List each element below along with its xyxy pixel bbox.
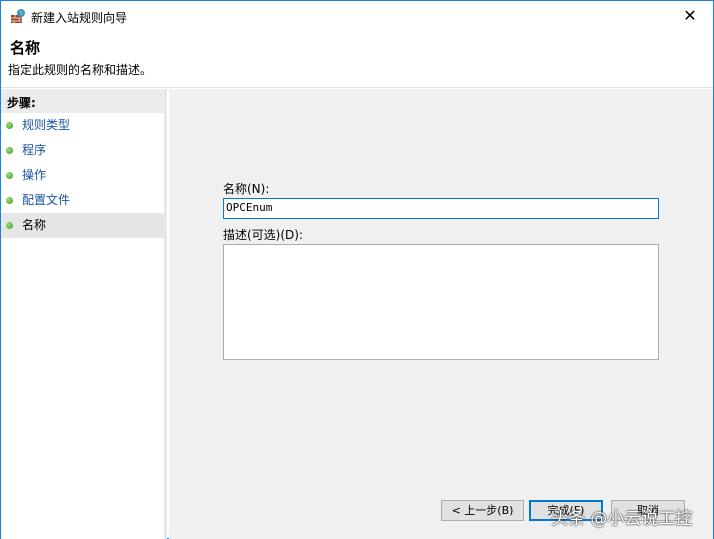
wizard-window: 新建入站规则向导 ✕ 名称 指定此规则的名称和描述。 步骤: 规则类型 程序 操…: [0, 0, 714, 539]
page-header: 名称 指定此规则的名称和描述。: [1, 31, 713, 88]
watermark: 头条 @小云说工控: [551, 509, 693, 529]
step-label: 操作: [22, 168, 47, 182]
title-bar: 新建入站规则向导 ✕: [1, 1, 713, 31]
step-label: 程序: [22, 143, 47, 157]
description-textarea[interactable]: [223, 244, 659, 360]
step-done-icon: [6, 197, 13, 204]
step-label: 规则类型: [22, 118, 71, 132]
step-program[interactable]: 程序: [1, 138, 164, 163]
step-action[interactable]: 操作: [1, 163, 164, 188]
name-label: 名称(N):: [223, 182, 270, 196]
window-title: 新建入站规则向导: [31, 11, 128, 25]
main-panel: 名称(N): OPCEnum 描述(可选)(D): < 上一步(B) 完成(F)…: [169, 89, 713, 539]
step-profile[interactable]: 配置文件: [1, 188, 164, 213]
page-subtitle: 指定此规则的名称和描述。: [8, 63, 153, 77]
back-button[interactable]: < 上一步(B): [441, 500, 524, 521]
step-name[interactable]: 名称: [1, 213, 164, 238]
page-title: 名称: [10, 39, 41, 57]
name-input[interactable]: OPCEnum: [223, 198, 659, 219]
steps-sidebar: 步骤: 规则类型 程序 操作 配置文件 名称: [1, 89, 167, 539]
firewall-icon: [11, 9, 25, 23]
step-current-icon: [6, 222, 13, 229]
description-label: 描述(可选)(D):: [223, 228, 304, 242]
step-label: 配置文件: [22, 193, 71, 207]
step-done-icon: [6, 122, 13, 129]
step-label: 名称: [22, 218, 47, 232]
step-done-icon: [6, 147, 13, 154]
step-done-icon: [6, 172, 13, 179]
steps-heading: 步骤:: [1, 89, 164, 113]
close-button[interactable]: ✕: [667, 1, 713, 31]
step-rule-type[interactable]: 规则类型: [1, 113, 164, 138]
